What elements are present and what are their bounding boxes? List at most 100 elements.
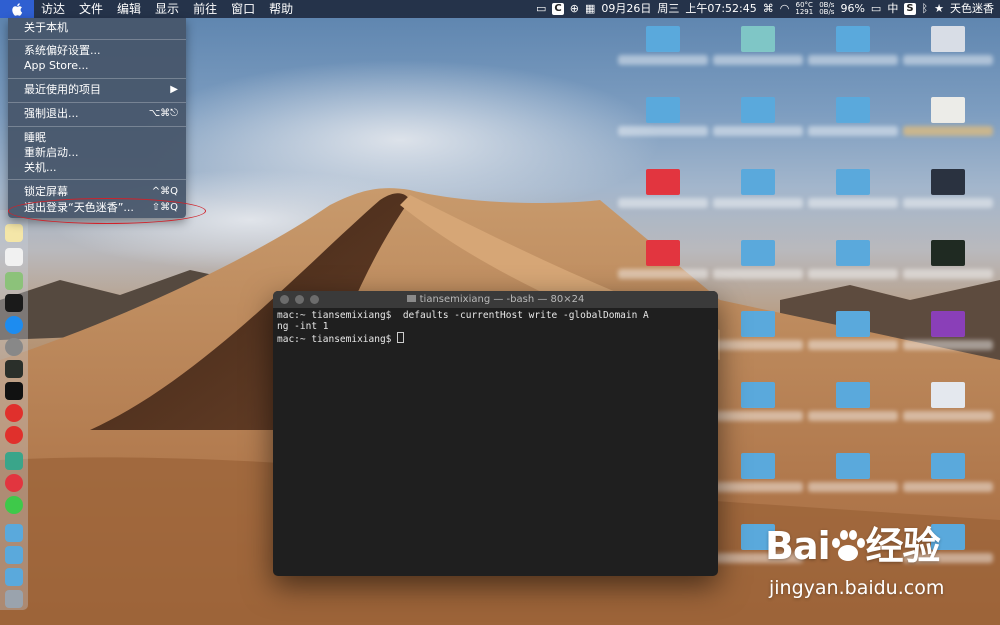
calendar-icon[interactable]: ▦ <box>585 0 595 18</box>
battery-text[interactable]: 96% <box>840 0 864 18</box>
time-text[interactable]: 上午07:52:45 <box>685 0 756 18</box>
weekday-text[interactable]: 周三 <box>657 0 679 18</box>
folder-icon <box>836 26 870 52</box>
menu-item-about[interactable]: 关于本机 <box>24 20 178 35</box>
desktop-file[interactable] <box>903 165 993 225</box>
desktop-folder[interactable] <box>713 165 803 225</box>
wechat-app-icon[interactable] <box>5 496 23 514</box>
display-icon[interactable]: ▭ <box>536 0 546 18</box>
menu-item-app-store[interactable]: App Store... <box>24 58 178 73</box>
menu-edit[interactable]: 编辑 <box>110 0 148 18</box>
desktop-folder[interactable] <box>903 449 993 509</box>
folder-icon <box>741 382 775 408</box>
yandex-app-icon[interactable] <box>5 426 23 444</box>
desktop-folder[interactable] <box>713 93 803 153</box>
notes-app-icon[interactable] <box>5 224 23 242</box>
apple-menu-button[interactable] <box>0 0 34 18</box>
file-label <box>903 55 993 65</box>
menu-finder[interactable]: 访达 <box>34 0 72 18</box>
trash-icon[interactable] <box>5 590 23 608</box>
terminal-window[interactable]: tiansemixiang — -bash — 80×24 mac:~ tian… <box>273 291 718 576</box>
folder-label <box>713 269 803 279</box>
desktop-file[interactable] <box>903 93 993 153</box>
reminders-app-icon[interactable] <box>5 248 23 266</box>
activity-monitor-icon[interactable] <box>5 360 23 378</box>
desktop-folder[interactable] <box>618 93 708 153</box>
downloads-dock-icon[interactable] <box>5 546 23 564</box>
star-icon[interactable]: ★ <box>934 0 944 18</box>
terminal-line: ng -int 1 <box>277 321 329 332</box>
app-c-icon[interactable]: C <box>552 3 564 15</box>
chat-app-icon[interactable] <box>5 452 23 470</box>
desktop-folder[interactable] <box>808 22 898 82</box>
desktop-folder[interactable] <box>618 236 708 296</box>
desktop-folder[interactable] <box>618 165 708 225</box>
menu-item-lock-screen[interactable]: 锁定屏幕 ^⌘Q <box>24 184 178 199</box>
menu-item-sleep[interactable]: 睡眠 <box>24 130 178 145</box>
network-readout[interactable]: 0B/s 0B/s <box>819 2 834 16</box>
desktop-folder[interactable] <box>713 378 803 438</box>
folder-label <box>713 198 803 208</box>
menu-item-shutdown[interactable]: 关机... <box>24 160 178 175</box>
shortcut-text: ⌥⌘⎋ <box>148 108 178 119</box>
terminal-app-icon[interactable] <box>5 294 23 312</box>
file-icon <box>931 97 965 123</box>
desktop-file[interactable] <box>903 236 993 296</box>
desktop-folder[interactable] <box>808 236 898 296</box>
menu-go[interactable]: 前往 <box>186 0 224 18</box>
desktop-app[interactable] <box>903 307 993 367</box>
folder-dock-icon[interactable] <box>5 524 23 542</box>
desktop-file[interactable] <box>903 22 993 82</box>
weibo-app-icon[interactable] <box>5 474 23 492</box>
desktop-folder[interactable] <box>808 165 898 225</box>
desktop-app[interactable] <box>713 22 803 82</box>
desktop-file[interactable] <box>903 378 993 438</box>
folder-icon <box>741 240 775 266</box>
documents-dock-icon[interactable] <box>5 568 23 586</box>
bluetooth-icon[interactable]: ᛒ <box>922 0 929 18</box>
folder-icon <box>836 382 870 408</box>
folder-icon <box>836 169 870 195</box>
close-button[interactable] <box>280 295 289 304</box>
app-store-icon[interactable] <box>5 316 23 334</box>
date-text[interactable]: 09月26日 <box>601 0 651 18</box>
sogou-icon[interactable]: S <box>904 3 916 15</box>
desktop-folder[interactable] <box>713 449 803 509</box>
menu-view[interactable]: 显示 <box>148 0 186 18</box>
menu-item-system-preferences[interactable]: 系统偏好设置... <box>24 43 178 58</box>
desktop-folder[interactable] <box>618 22 708 82</box>
desktop-folder[interactable] <box>808 93 898 153</box>
annotation-circle <box>8 198 206 224</box>
temp-fan-readout[interactable]: 60°C 1291 <box>795 2 813 16</box>
terminal-prompt: mac:~ tiansemixiang$ <box>277 334 398 345</box>
menu-help[interactable]: 帮助 <box>262 0 300 18</box>
desktop-folder[interactable] <box>713 236 803 296</box>
wifi-icon[interactable]: ◠ <box>780 0 790 18</box>
maps-app-icon[interactable] <box>5 272 23 290</box>
globe-icon[interactable]: ⊕ <box>570 0 579 18</box>
minimize-button[interactable] <box>295 295 304 304</box>
desktop-folder[interactable] <box>808 307 898 367</box>
zoom-button[interactable] <box>310 295 319 304</box>
menu-item-recent-items[interactable]: 最近使用的项目 ▶ <box>24 82 178 97</box>
system-prefs-icon[interactable] <box>5 338 23 356</box>
screenshot-icon <box>931 169 965 195</box>
grid-icon[interactable]: ⌘ <box>763 0 774 18</box>
terminal-content[interactable]: mac:~ tiansemixiang$ defaults -currentHo… <box>273 308 718 347</box>
ime-text[interactable]: 中 <box>887 0 898 18</box>
red-folder-icon <box>646 240 680 266</box>
menu-separator <box>8 78 186 79</box>
desktop-folder[interactable] <box>808 449 898 509</box>
vivaldi-app-icon[interactable] <box>5 404 23 422</box>
desktop-folder[interactable] <box>808 378 898 438</box>
console-app-icon[interactable] <box>5 382 23 400</box>
terminal-titlebar[interactable]: tiansemixiang — -bash — 80×24 <box>273 291 718 308</box>
menu-separator <box>8 126 186 127</box>
battery-icon[interactable]: ▭ <box>871 0 881 18</box>
user-name[interactable]: 天色迷香 <box>950 0 994 18</box>
menu-file[interactable]: 文件 <box>72 0 110 18</box>
menu-window[interactable]: 窗口 <box>224 0 262 18</box>
desktop-folder[interactable] <box>713 307 803 367</box>
menu-item-restart[interactable]: 重新启动... <box>24 145 178 160</box>
menu-item-force-quit[interactable]: 强制退出... ⌥⌘⎋ <box>24 106 178 121</box>
